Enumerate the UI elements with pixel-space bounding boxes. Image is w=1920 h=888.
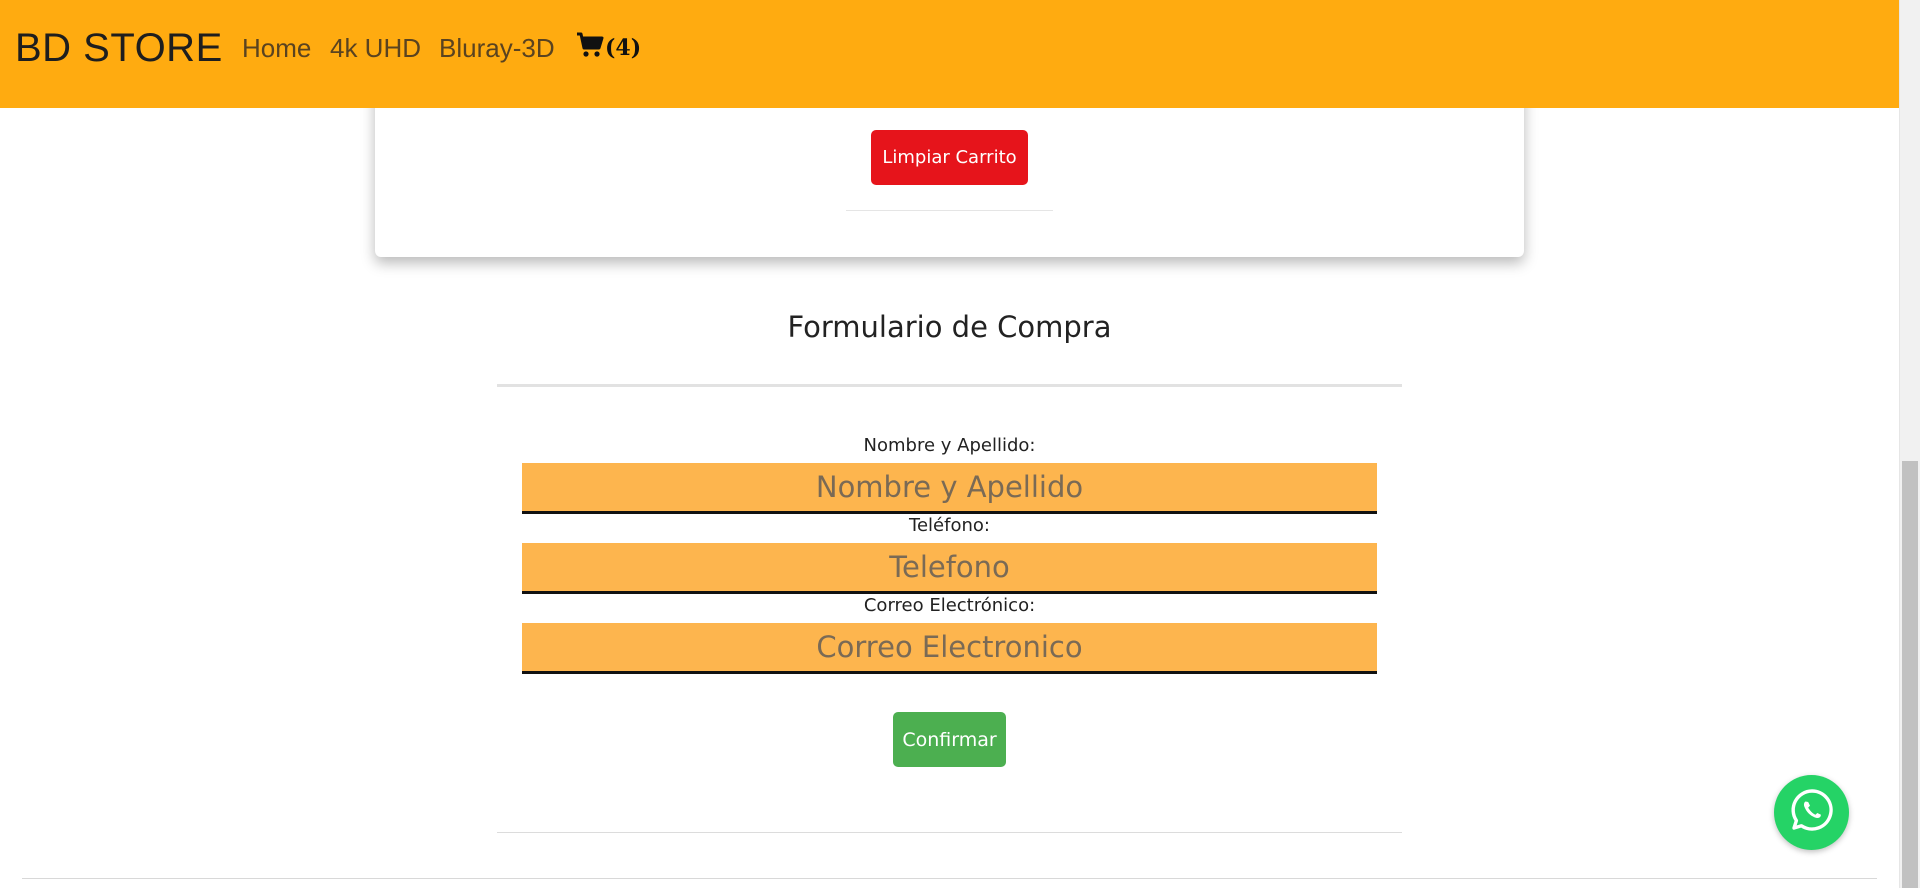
page: BD STORE Home 4k UHD Bluray-3D (4) Limpi… (0, 0, 1920, 888)
phone-input[interactable] (522, 543, 1377, 594)
cart-count-badge: (4) (605, 34, 642, 61)
cart-link[interactable]: (4) (576, 32, 641, 63)
page-bottom-divider (22, 878, 1877, 879)
form-title-divider (497, 384, 1402, 387)
whatsapp-icon (1789, 787, 1835, 838)
name-label: Nombre y Apellido: (863, 435, 1036, 456)
email-input[interactable] (522, 623, 1377, 674)
shopping-cart-icon (576, 32, 604, 63)
nav-link-4k-uhd[interactable]: 4k UHD (330, 33, 421, 64)
form-bottom-divider (497, 832, 1402, 833)
confirm-button[interactable]: Confirmar (893, 712, 1006, 767)
brand-logo[interactable]: BD STORE (15, 26, 223, 71)
nav-link-home[interactable]: Home (242, 33, 311, 64)
form-title: Formulario de Compra (787, 310, 1112, 344)
page-scrollbar[interactable] (1899, 0, 1920, 888)
phone-label: Teléfono: (909, 515, 990, 536)
name-input[interactable] (522, 463, 1377, 514)
nav-link-bluray-3d[interactable]: Bluray-3D (439, 33, 555, 64)
scrollbar-thumb[interactable] (1902, 461, 1918, 888)
email-label: Correo Electrónico: (863, 595, 1036, 616)
cart-divider (846, 210, 1053, 211)
whatsapp-button[interactable] (1774, 775, 1849, 850)
top-navbar: BD STORE Home 4k UHD Bluray-3D (4) (0, 0, 1899, 108)
clear-cart-button[interactable]: Limpiar Carrito (871, 130, 1028, 185)
